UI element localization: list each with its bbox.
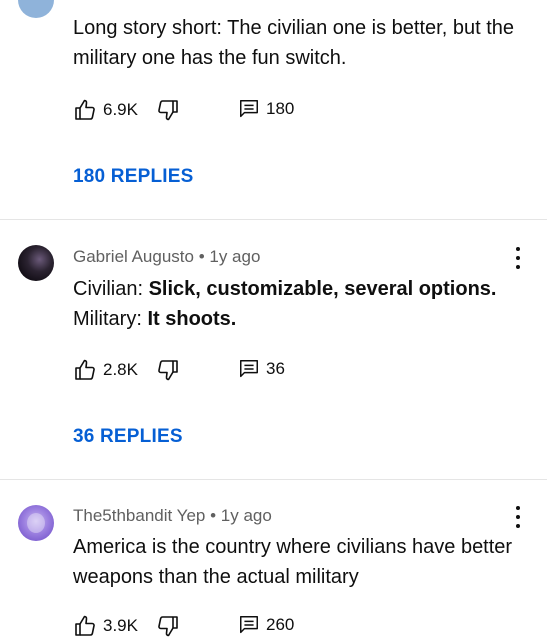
comment-meta: The5thbandit Yep • 1y ago (73, 506, 272, 526)
comment-meta: Gabriel Augusto • 1y ago (73, 247, 260, 267)
body-bold: Slick, customizable, several options. (148, 278, 497, 300)
avatar[interactable] (18, 505, 54, 541)
like-count: 3.9K (103, 616, 138, 635)
like-button[interactable]: 3.9K (73, 614, 138, 638)
body-bold: It shoots. (147, 308, 237, 330)
reply-comment-icon (240, 360, 258, 378)
thumb-down-icon (158, 616, 178, 637)
comment-body: America is the country where civilians h… (73, 536, 513, 588)
reply-button[interactable]: 36 (238, 358, 285, 380)
comments-page: Long story short: The civilian one is be… (0, 0, 547, 640)
divider (0, 219, 547, 220)
timestamp: 1y ago (209, 247, 261, 266)
comment-actions: 3.9K 260 (73, 614, 373, 638)
view-replies-link[interactable]: 36 REPLIES (73, 426, 183, 448)
comment-actions: 6.9K 180 (73, 98, 373, 122)
comment-body: Long story short: The civilian one is be… (73, 17, 514, 69)
more-vert-icon[interactable] (515, 247, 521, 269)
like-button[interactable]: 2.8K (73, 358, 138, 382)
reply-count: 180 (266, 99, 295, 118)
reply-count: 36 (266, 359, 285, 378)
author-name[interactable]: The5thbandit Yep (73, 506, 205, 525)
like-button[interactable]: 6.9K (73, 98, 138, 122)
meta-separator: • (193, 247, 210, 266)
thumb-up-icon (75, 615, 95, 636)
dislike-button[interactable] (156, 98, 180, 122)
meta-separator: • (205, 506, 221, 525)
reply-comment-icon (240, 616, 258, 634)
divider (0, 479, 547, 480)
thumb-up-icon (75, 99, 95, 120)
reply-comment-icon (240, 100, 258, 118)
reply-count: 260 (266, 615, 295, 634)
reply-button[interactable]: 180 (238, 98, 294, 120)
dislike-button[interactable] (156, 358, 180, 382)
like-count: 6.9K (103, 100, 138, 119)
thumb-up-icon (75, 359, 95, 380)
avatar[interactable] (18, 245, 54, 281)
comment-actions: 2.8K 36 (73, 358, 373, 382)
thumb-down-icon (158, 100, 178, 121)
thumb-down-icon (158, 360, 178, 381)
body-label: Military: (73, 308, 148, 330)
comment-body: Civilian: Slick, customizable, several o… (73, 274, 523, 334)
view-replies-link[interactable]: 180 REPLIES (73, 166, 193, 188)
like-count: 2.8K (103, 360, 138, 379)
more-vert-icon[interactable] (515, 506, 521, 528)
body-label: Civilian: (73, 278, 149, 300)
timestamp: 1y ago (220, 506, 272, 525)
dislike-button[interactable] (156, 614, 180, 638)
reply-button[interactable]: 260 (238, 614, 294, 636)
avatar[interactable] (18, 0, 54, 18)
author-name[interactable]: Gabriel Augusto (73, 247, 194, 266)
